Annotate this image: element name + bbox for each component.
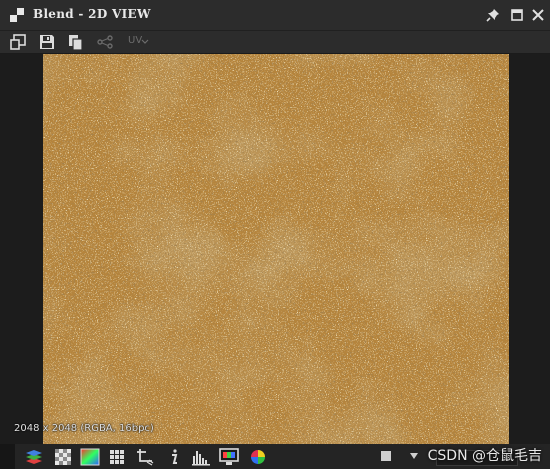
chevron-down-icon[interactable] — [141, 39, 149, 45]
status-toolbar: CSDN @仓鼠毛吉 — [0, 444, 550, 469]
close-icon[interactable] — [530, 7, 546, 23]
watermark-label: CSDN @仓鼠毛吉 — [427, 448, 542, 464]
nav-next-icon[interactable] — [407, 449, 421, 463]
resolution-label: 2048 x 2048 (RGBA, 16bpc) — [14, 423, 154, 434]
nav-prev-icon[interactable] — [379, 449, 393, 463]
link-icon[interactable] — [96, 33, 114, 51]
color-channels-icon[interactable] — [80, 448, 100, 466]
crop-icon[interactable] — [136, 448, 154, 466]
restore-icon[interactable] — [509, 7, 525, 23]
pin-icon[interactable] — [485, 7, 501, 23]
info-icon[interactable] — [165, 448, 183, 466]
save-icon[interactable] — [38, 33, 56, 51]
color-wheel-icon[interactable] — [249, 448, 267, 466]
fit-view-icon[interactable] — [9, 33, 27, 51]
2d-viewport[interactable]: 2048 x 2048 (RGBA, 16bpc) — [0, 54, 550, 444]
copy-icon[interactable] — [67, 33, 85, 51]
grid-icon[interactable] — [108, 448, 126, 466]
window-titlebar: Blend - 2D VIEW — [0, 0, 550, 31]
transparency-icon[interactable] — [54, 448, 72, 466]
checker-icon — [10, 8, 24, 22]
view-toolbar: UV — [0, 31, 550, 54]
status-divider — [0, 444, 15, 469]
window-title: Blend - 2D VIEW — [33, 7, 151, 21]
layers-icon[interactable] — [25, 448, 43, 466]
sand-texture-image — [43, 54, 509, 444]
histogram-icon[interactable] — [192, 448, 210, 466]
texture-preview[interactable] — [43, 54, 509, 444]
display-icon[interactable] — [219, 448, 239, 466]
